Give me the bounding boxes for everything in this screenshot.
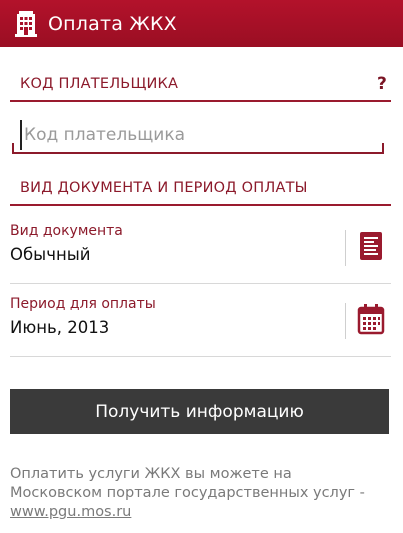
document-section-label: ВИД ДОКУМЕНТА И ПЕРИОД ОПЛАТЫ (20, 180, 308, 196)
divider (345, 230, 346, 266)
period-value: Июнь, 2013 (10, 318, 110, 337)
period-selector[interactable]: Период для оплаты Июнь, 2013 (10, 291, 391, 357)
divider (345, 303, 346, 339)
separator (10, 356, 391, 357)
document-type-label: Вид документа (10, 223, 123, 239)
get-info-button[interactable]: Получить информацию (10, 389, 389, 434)
info-line-2: Московском портале государственных услуг… (10, 485, 365, 501)
portal-link[interactable]: www.pgu.mos.ru (10, 504, 131, 520)
building-icon (12, 10, 40, 38)
document-type-value: Обычный (10, 245, 91, 264)
info-line-1: Оплатить услуги ЖКХ вы можете на (10, 466, 292, 482)
calendar-icon[interactable] (357, 303, 385, 335)
app-bar: Оплата ЖКХ (0, 0, 403, 47)
payer-code-field (12, 116, 384, 154)
document-section-header: ВИД ДОКУМЕНТА И ПЕРИОД ОПЛАТЫ (10, 180, 391, 206)
payer-code-section-header: КОД ПЛАТЕЛЬЩИКА ? (10, 74, 391, 102)
app-title: Оплата ЖКХ (48, 12, 177, 35)
separator (10, 283, 391, 284)
info-text: Оплатить услуги ЖКХ вы можете на Московс… (10, 465, 398, 522)
help-button[interactable]: ? (377, 74, 387, 94)
payer-code-header-label: КОД ПЛАТЕЛЬЩИКА (20, 76, 179, 92)
document-list-icon[interactable] (357, 230, 385, 262)
payer-code-input[interactable] (20, 120, 376, 150)
document-type-selector[interactable]: Вид документа Обычный (10, 218, 391, 284)
period-label: Период для оплаты (10, 296, 156, 312)
